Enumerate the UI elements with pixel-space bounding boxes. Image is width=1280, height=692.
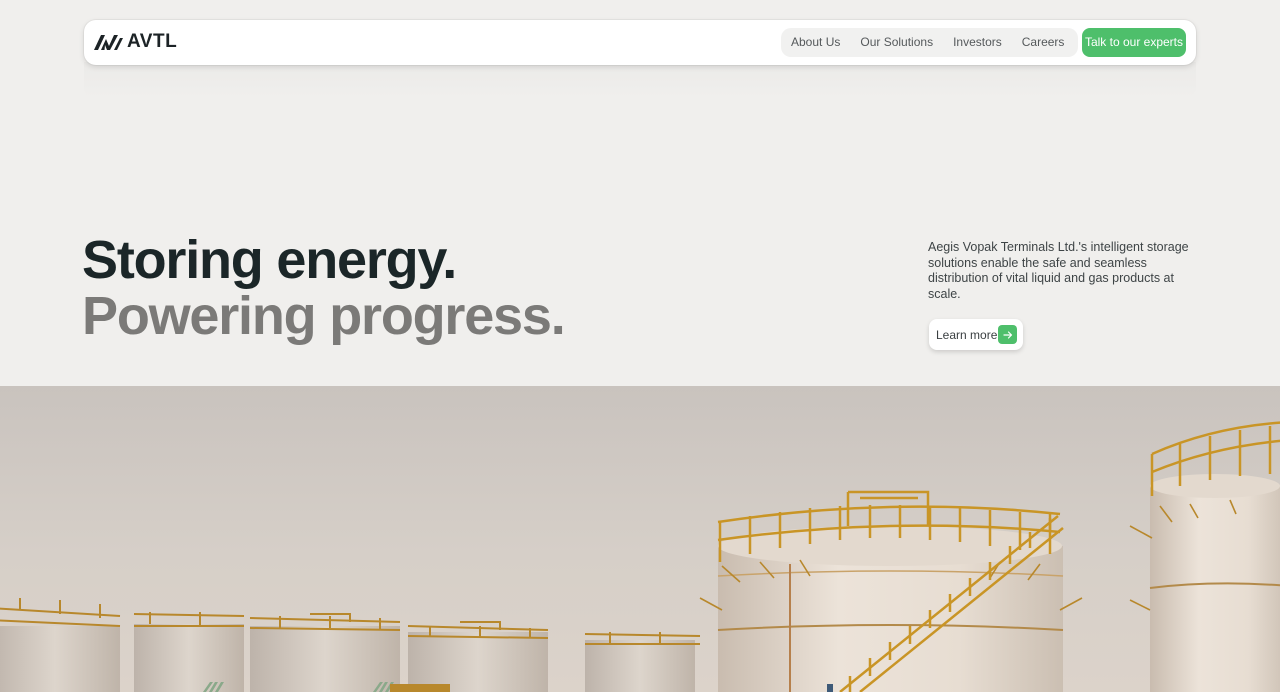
learn-more-button[interactable]: Learn more (929, 319, 1023, 350)
navbar-shadow (84, 62, 1196, 98)
nav-links: About Us Our Solutions Investors Careers (781, 28, 1078, 57)
brand-name: AVTL (127, 31, 178, 52)
nav-link-our-solutions[interactable]: Our Solutions (850, 28, 943, 57)
hero-headline-line1: Storing energy. (82, 230, 457, 290)
learn-more-label: Learn more (936, 327, 998, 342)
nav-link-careers[interactable]: Careers (1012, 28, 1075, 57)
talk-to-experts-button[interactable]: Talk to our experts (1082, 28, 1186, 57)
hero-heading: Storing energy. Powering progress. (82, 230, 566, 346)
page: AVTL About Us Our Solutions Investors Ca… (0, 0, 1280, 692)
arrow-right-icon (998, 325, 1017, 344)
nav-link-investors[interactable]: Investors (943, 28, 1012, 57)
nav-link-about-us[interactable]: About Us (781, 28, 850, 57)
hero-headline-line2: Powering progress. (82, 286, 566, 346)
brand-logo[interactable]: AVTL (94, 32, 177, 52)
storage-tank-farm-photo (0, 386, 1280, 692)
avtl-monogram-icon (94, 34, 123, 50)
navbar: AVTL About Us Our Solutions Investors Ca… (84, 20, 1196, 65)
hero-description: Aegis Vopak Terminals Ltd.'s intelligent… (928, 240, 1189, 301)
